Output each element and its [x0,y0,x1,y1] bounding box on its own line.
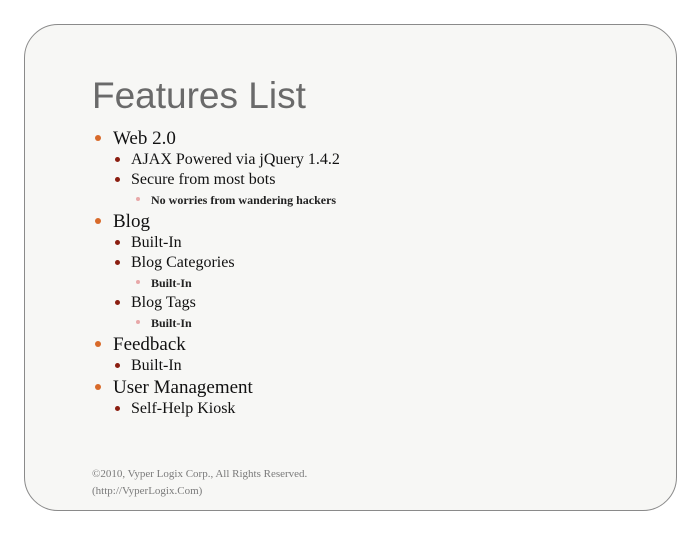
list-item: Feedback Built-In [92,333,652,376]
bullet-list-level-3: No worries from wandering hackers [131,190,652,210]
list-item-label: Built-In [151,276,192,290]
list-item-label: User Management [113,377,253,398]
list-item-label: Feedback [113,334,186,355]
list-item-label: Built-In [131,234,182,251]
list-item-label: Blog [113,211,150,232]
list-item-label: Blog Tags [131,294,196,311]
list-item: Secure from most bots No worries from wa… [110,170,652,210]
bullet-list-level-3: Built-In [131,273,652,293]
list-item-label: Secure from most bots [131,171,276,188]
bullet-list: Web 2.0 AJAX Powered via jQuery 1.4.2 Se… [92,127,652,419]
bullet-list-level-1: Web 2.0 AJAX Powered via jQuery 1.4.2 Se… [92,127,652,419]
bullet-list-level-2: AJAX Powered via jQuery 1.4.2 Secure fro… [110,150,652,210]
list-item: User Management Self-Help Kiosk [92,376,652,419]
list-item-label: Blog Categories [131,254,235,271]
slide-title: Features List [92,75,306,116]
list-item: Built-In [131,273,652,293]
bullet-list-level-2: Built-In Blog Categories Built-In Blog T… [110,233,652,333]
footer-url: (http://VyperLogix.Com) [92,485,203,497]
bullet-list-level-3: Built-In [131,313,652,333]
list-item-label: No worries from wandering hackers [151,193,337,207]
slide-footer: ©2010, Vyper Logix Corp., All Rights Res… [92,466,307,500]
list-item: AJAX Powered via jQuery 1.4.2 [110,150,652,170]
list-item: Blog Tags Built-In [110,293,652,333]
list-item-label: Web 2.0 [113,128,176,149]
list-item-label: Built-In [131,357,182,374]
bullet-list-level-2: Built-In [110,356,652,376]
list-item: No worries from wandering hackers [131,190,652,210]
list-item: Built-In [110,233,652,253]
list-item: Blog Built-In Blog Categories Built-In B… [92,210,652,333]
list-item: Blog Categories Built-In [110,253,652,293]
list-item-label: Built-In [151,316,192,330]
list-item: Web 2.0 AJAX Powered via jQuery 1.4.2 Se… [92,127,652,210]
list-item: Built-In [131,313,652,333]
list-item-label: AJAX Powered via jQuery 1.4.2 [131,151,340,168]
list-item-label: Self-Help Kiosk [131,400,236,417]
copyright-text: ©2010, Vyper Logix Corp., All Rights Res… [92,468,308,480]
bullet-list-level-2: Self-Help Kiosk [110,399,652,419]
list-item: Built-In [110,356,652,376]
list-item: Self-Help Kiosk [110,399,652,419]
